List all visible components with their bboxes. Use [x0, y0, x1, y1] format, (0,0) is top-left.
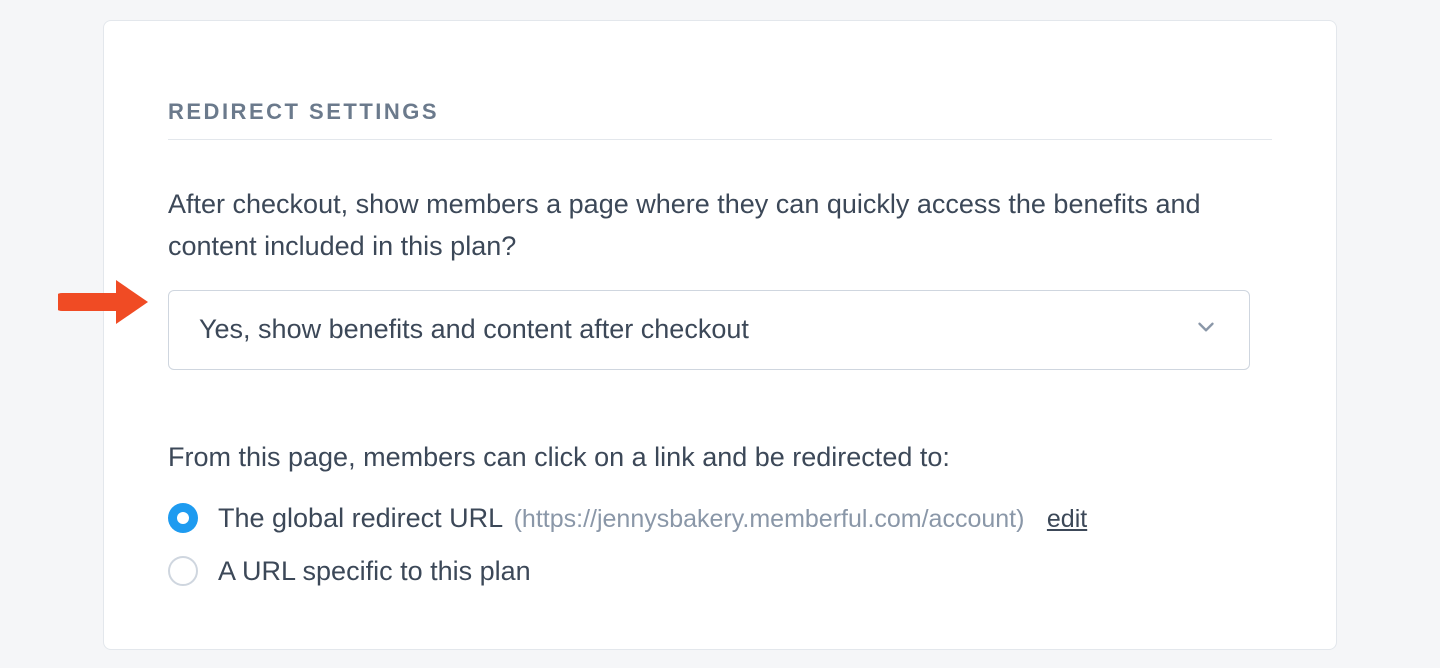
radio-specific-input[interactable] — [168, 556, 198, 586]
redirect-settings-card: REDIRECT SETTINGS After checkout, show m… — [103, 20, 1337, 650]
radio-specific-label-wrap: A URL specific to this plan — [218, 556, 531, 587]
radio-global-label-wrap: The global redirect URL (https://jennysb… — [218, 503, 1087, 534]
radio-global-label: The global redirect URL — [218, 503, 503, 533]
select-value: Yes, show benefits and content after che… — [199, 314, 1193, 345]
redirect-target-text: From this page, members can click on a l… — [168, 442, 1272, 473]
edit-global-redirect-link[interactable]: edit — [1047, 505, 1087, 533]
checkout-question-text: After checkout, show members a page wher… — [168, 184, 1272, 268]
show-benefits-select[interactable]: Yes, show benefits and content after che… — [168, 290, 1250, 370]
radio-option-global[interactable]: The global redirect URL (https://jennysb… — [168, 503, 1272, 534]
radio-global-url: (https://jennysbakery.memberful.com/acco… — [514, 505, 1025, 533]
radio-global-input[interactable] — [168, 503, 198, 533]
radio-specific-label: A URL specific to this plan — [218, 556, 531, 586]
callout-arrow-icon — [58, 274, 154, 335]
chevron-down-icon — [1193, 314, 1219, 345]
radio-option-specific[interactable]: A URL specific to this plan — [168, 556, 1272, 587]
section-title: REDIRECT SETTINGS — [168, 99, 1272, 140]
